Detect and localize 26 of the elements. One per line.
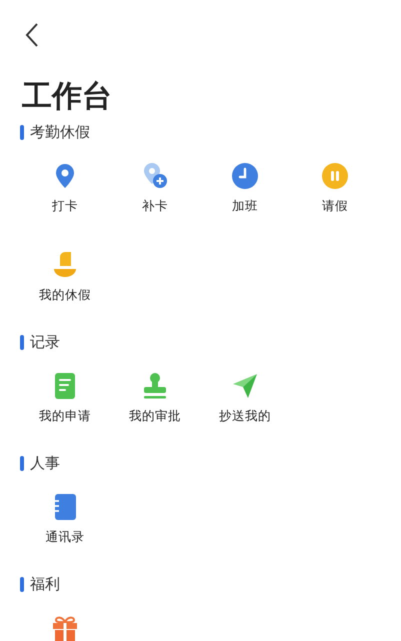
clock-icon[interactable] <box>231 162 259 190</box>
section-marker <box>20 576 24 592</box>
pin-plus-icon[interactable] <box>141 162 169 190</box>
gift-icon[interactable] <box>51 614 79 641</box>
app-label[interactable]: 请假 <box>322 198 348 215</box>
app-label[interactable]: 打卡 <box>52 198 78 215</box>
paper-plane-icon[interactable] <box>231 372 259 400</box>
sailboat-icon[interactable] <box>51 251 79 279</box>
pause-icon[interactable] <box>321 162 349 190</box>
stamp-icon[interactable] <box>141 372 169 400</box>
section-title: 福利 <box>30 574 60 594</box>
app-label[interactable]: 通讯录 <box>46 529 84 546</box>
section-marker <box>20 456 24 470</box>
app-label[interactable]: 加班 <box>232 198 258 215</box>
section-title: 记录 <box>30 332 60 352</box>
section-marker <box>20 124 24 140</box>
page-title: 工作台 <box>22 78 113 116</box>
back-icon[interactable] <box>24 22 40 48</box>
section-marker <box>20 334 24 350</box>
section-title: 人事 <box>30 454 60 472</box>
app-label[interactable]: 我的休假 <box>39 287 91 304</box>
app-label[interactable]: 我的审批 <box>129 408 181 425</box>
app-label[interactable]: 补卡 <box>142 198 168 215</box>
section-title: 考勤休假 <box>30 122 90 142</box>
app-label[interactable]: 抄送我的 <box>219 408 271 425</box>
app-label[interactable]: 我的申请 <box>39 408 91 425</box>
